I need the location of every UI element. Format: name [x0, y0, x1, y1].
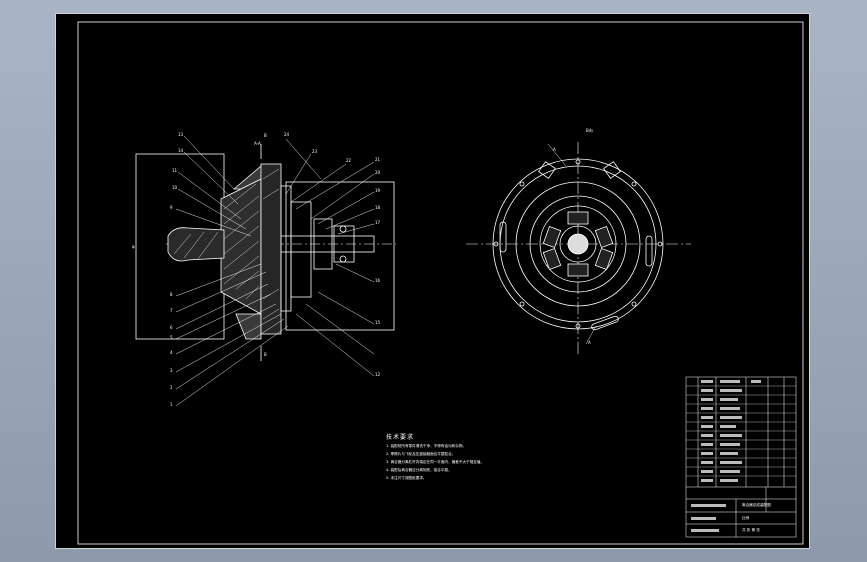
end-view-mark-top: A: [553, 147, 556, 152]
tech-req-item: 2. 摩擦片与飞轮及压盘接触面应平整贴合。: [386, 452, 456, 456]
balloon: 7: [170, 308, 173, 313]
inner-frame: [77, 21, 804, 545]
balloon: 12: [375, 372, 381, 377]
end-view: [466, 142, 691, 354]
tech-req-item: 4. 装配后离合器应分离彻底，接合平稳。: [386, 468, 452, 472]
end-view-title: B向: [586, 128, 593, 133]
tech-req-item: 1. 装配前所有零件清洗干净，不得有油污和杂物。: [386, 444, 467, 448]
balloon: 14: [178, 148, 184, 153]
section-mark-bottom: B: [264, 352, 267, 357]
balloon: 1: [170, 402, 173, 407]
sheet-label: 共 张 第 张: [742, 528, 760, 532]
balloon: 9: [170, 205, 173, 210]
balloon: 11: [172, 168, 178, 173]
balloon: 21: [375, 157, 381, 162]
balloon: 23: [312, 149, 318, 154]
balloon: 3: [170, 368, 173, 373]
balloon: 5: [170, 335, 173, 340]
balloon: 19: [375, 188, 381, 193]
balloon: 2: [170, 385, 173, 390]
tech-req-item: 5. 未注尺寸按图纸要求。: [386, 476, 427, 480]
balloon: 8: [170, 292, 173, 297]
end-view-mark-bottom: A: [588, 340, 591, 345]
tech-req-title: 技术要求: [386, 434, 415, 441]
balloon: 13: [178, 132, 184, 137]
scale-label: 比例: [742, 516, 750, 520]
drawing-name: 离合器总成装配图: [742, 503, 771, 507]
dimension-label: φ: [132, 244, 135, 249]
balloon: 4: [170, 350, 173, 355]
balloon: 6: [170, 325, 173, 330]
balloon: 20: [375, 170, 381, 175]
balloon: 18: [375, 205, 381, 210]
section-view-title: A-A: [254, 141, 261, 146]
balloon: 16: [375, 278, 381, 283]
balloon: 22: [346, 158, 352, 163]
section-view: [135, 135, 396, 407]
balloon: 10: [172, 185, 178, 190]
balloon: 24: [284, 132, 290, 137]
parts-list-text: [691, 380, 761, 532]
drawing-sheet: A-A B B B向 A A φ 13 14 11 10 9 8 7 6 5 4…: [55, 13, 810, 549]
tech-req-item: 3. 离合器分离杠杆内端应在同一平面内，偏差不大于规定值。: [386, 460, 485, 464]
section-mark-top: B: [264, 133, 267, 138]
balloon: 17: [375, 220, 381, 225]
balloon: 15: [375, 320, 381, 325]
